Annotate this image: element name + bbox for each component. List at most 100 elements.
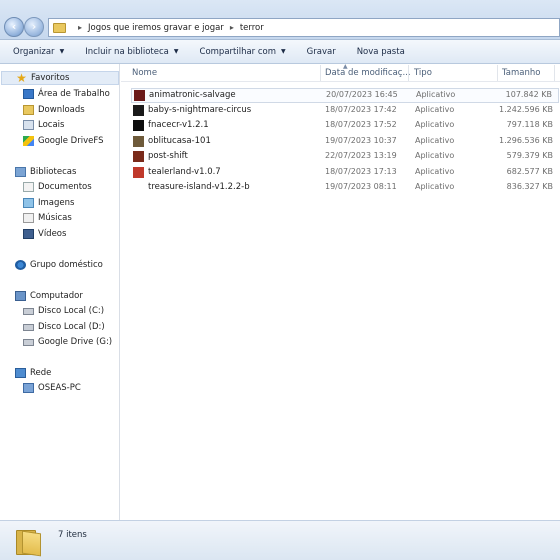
arrow-right-icon: › [31,20,37,33]
organize-button[interactable]: Organizar ▼ [13,47,64,57]
sidebar-item-label: Favoritos [31,73,70,83]
organize-label: Organizar [13,46,55,57]
file-size: 1.296.536 KB [499,136,553,145]
column-divider[interactable] [320,65,321,81]
application-icon [133,151,144,162]
sidebar-item-google-drivefs[interactable]: Google DriveFS [23,134,103,148]
file-type: Aplicativo [415,182,455,191]
file-size: 107.842 KB [505,90,552,99]
column-header-name[interactable]: Nome [132,68,157,78]
table-row[interactable]: baby-s-nightmare-circus 18/07/2023 17:42… [131,104,559,119]
file-name: oblitucasa-101 [148,136,211,146]
back-button[interactable]: ‹ [4,17,24,37]
chevron-down-icon: ▼ [59,48,65,55]
sidebar-item-network[interactable]: Rede [15,366,51,380]
sidebar-item-label: Google DriveFS [38,136,104,146]
sidebar-item-disk-g[interactable]: Google Drive (G:) [23,335,112,349]
file-date: 20/07/2023 16:45 [326,90,398,99]
network-icon [15,368,26,378]
sidebar-item-label: Locais [38,120,65,130]
sidebar-item-oseas-pc[interactable]: OSEAS-PC [23,381,81,395]
table-row[interactable]: tealerland-v1.0.7 18/07/2023 17:13 Aplic… [131,166,559,181]
sidebar-item-label: Google Drive (G:) [38,337,113,347]
network-computer-icon [23,383,34,393]
address-bar[interactable]: ▸ Jogos que iremos gravar e jogar ▸ terr… [48,18,560,37]
file-size: 682.577 KB [506,167,553,176]
column-divider[interactable] [497,65,498,81]
sidebar-item-label: Músicas [38,213,72,223]
sidebar-item-documents[interactable]: Documentos [23,180,92,194]
file-name: baby-s-nightmare-circus [148,105,252,115]
sidebar-item-label: Disco Local (C:) [38,306,105,316]
file-name: tealerland-v1.0.7 [148,167,221,177]
file-date: 18/07/2023 17:13 [325,167,397,176]
column-header-date[interactable]: Data de modificaç... [325,68,411,78]
table-row[interactable]: post-shift 22/07/2023 13:19 Aplicativo 5… [131,150,559,165]
new-folder-label: Nova pasta [356,46,405,57]
share-button[interactable]: Compartilhar com ▼ [200,47,286,57]
table-row[interactable]: animatronic-salvage 20/07/2023 16:45 Apl… [131,88,559,103]
sidebar-item-videos[interactable]: Vídeos [23,227,66,241]
computer-icon [15,291,26,301]
application-icon [134,90,145,101]
application-icon [133,167,144,178]
file-type: Aplicativo [416,90,456,99]
breadcrumb-segment[interactable]: terror [240,23,264,33]
include-label: Incluir na biblioteca [85,46,169,57]
command-bar: Organizar ▼ Incluir na biblioteca ▼ Compar… [0,40,560,64]
application-icon [133,136,144,147]
sidebar-item-label: Grupo doméstico [30,260,103,270]
sidebar-item-locais[interactable]: Locais [23,118,64,132]
item-count: 7 itens [58,530,87,540]
libraries-icon [15,167,26,177]
include-library-button[interactable]: Incluir na biblioteca ▼ [85,47,178,57]
column-divider[interactable] [408,65,409,81]
column-divider[interactable] [554,65,555,81]
sidebar-item-disk-c[interactable]: Disco Local (C:) [23,304,104,318]
sidebar-item-label: Downloads [38,105,85,115]
folder-icon [16,527,42,557]
file-date: 19/07/2023 10:37 [325,136,397,145]
table-row[interactable]: oblitucasa-101 19/07/2023 10:37 Aplicati… [131,135,559,150]
homegroup-icon [15,260,26,270]
sidebar-item-desktop[interactable]: Área de Trabalho [23,87,110,101]
sidebar-item-music[interactable]: Músicas [23,211,72,225]
sidebar-item-label: Vídeos [38,229,67,239]
file-type: Aplicativo [415,151,455,160]
file-type: Aplicativo [415,105,455,114]
sidebar-item-favorites[interactable]: ★ Favoritos [1,71,119,85]
title-bar: ‹ › ▸ Jogos que iremos gravar e jogar ▸ … [0,0,560,40]
sidebar-item-label: Documentos [38,182,92,192]
sidebar-item-disk-d[interactable]: Disco Local (D:) [23,320,105,334]
column-header-type[interactable]: Tipo [414,68,432,78]
new-folder-button[interactable]: Nova pasta [357,47,405,57]
application-icon [133,120,144,131]
sidebar-item-label: Computador [30,291,83,301]
sidebar-item-computer[interactable]: Computador [15,289,83,303]
drive-icon [23,338,34,346]
sidebar-item-label: Disco Local (D:) [38,322,105,332]
sidebar-item-pictures[interactable]: Imagens [23,196,74,210]
burn-button[interactable]: Gravar [307,47,336,57]
share-label: Compartilhar com [199,46,277,57]
file-name: animatronic-salvage [149,90,236,100]
sidebar-item-libraries[interactable]: Bibliotecas [15,165,76,179]
sidebar-item-label: Área de Trabalho [38,89,110,99]
file-date: 22/07/2023 13:19 [325,151,397,160]
music-icon [23,213,34,223]
chevron-right-icon: ▸ [78,23,83,32]
application-icon [133,105,144,116]
google-drive-icon [23,136,34,146]
forward-button[interactable]: › [24,17,44,37]
sidebar-item-label: Rede [30,368,52,378]
file-date: 18/07/2023 17:42 [325,105,397,114]
desktop-icon [23,89,34,99]
table-row[interactable]: fnacecr-v1.2.1 18/07/2023 17:52 Aplicati… [131,119,559,134]
sidebar-item-homegroup[interactable]: Grupo doméstico [15,258,103,272]
column-header-size[interactable]: Tamanho [502,68,540,78]
table-row[interactable]: treasure-island-v1.2.2-b 19/07/2023 08:1… [131,181,559,196]
file-name: post-shift [148,151,188,161]
breadcrumb-segment[interactable]: Jogos que iremos gravar e jogar [88,23,224,33]
file-date: 19/07/2023 08:11 [325,182,397,191]
sidebar-item-downloads[interactable]: Downloads [23,103,85,117]
